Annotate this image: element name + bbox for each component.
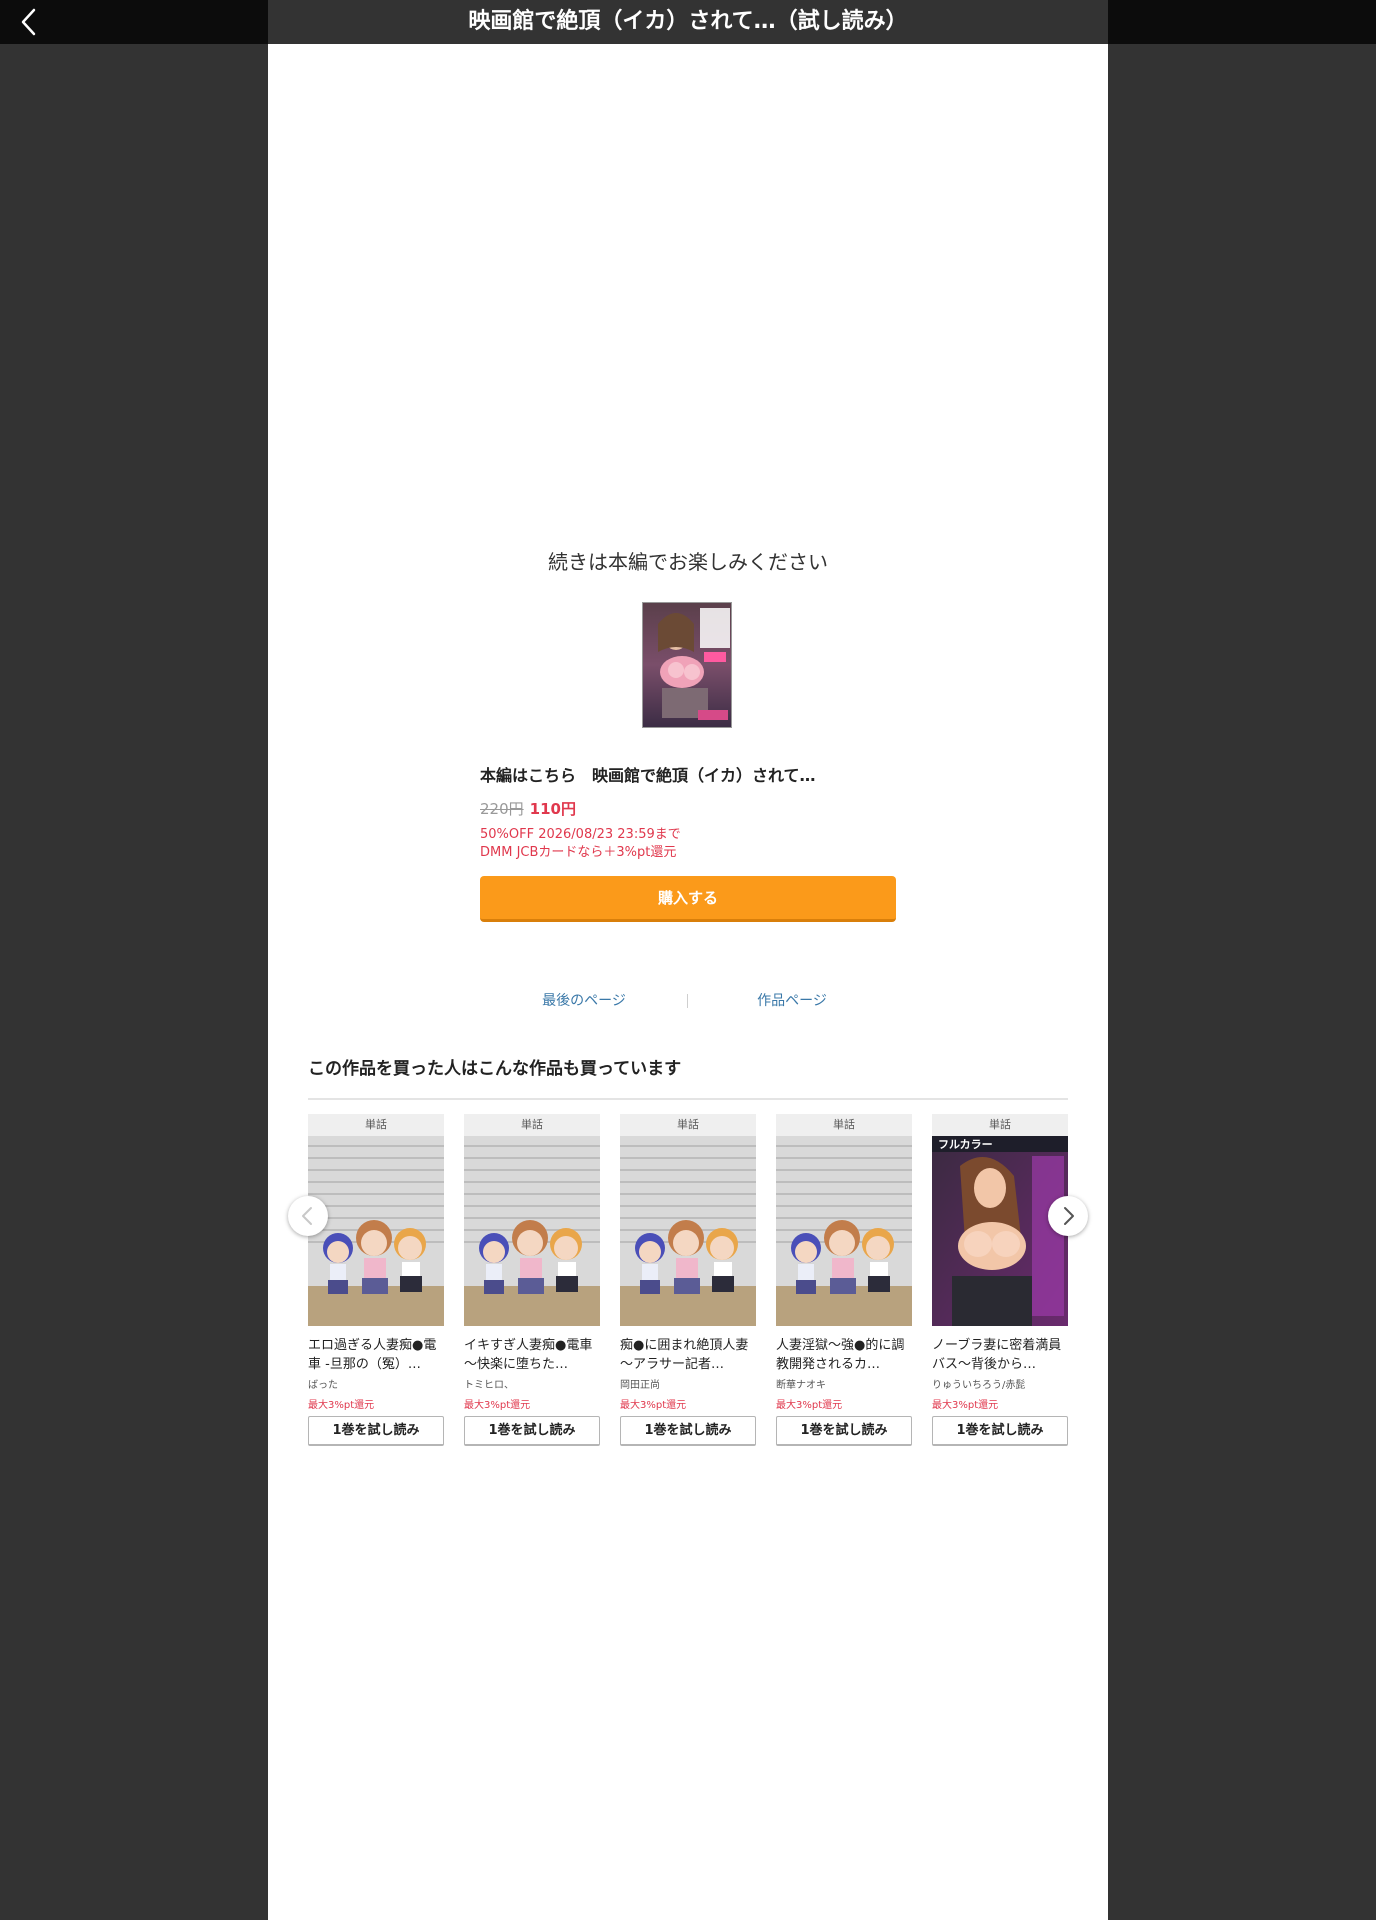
page-title: 映画館で絶頂（イカ）されて…（試し読み）: [468, 9, 908, 34]
recommend-carousel: 単話 エロ過ぎる人妻痴●電車 -旦那の（冤）… ばった 最大3%pt還元 1巻を…: [308, 1114, 1068, 1464]
recommend-card: 単話 痴●に囲まれ絶頂人妻～アラサー記者… 岡田正尚 最大3%pt還元 1巻を試…: [620, 1114, 756, 1446]
trial-read-button[interactable]: 1巻を試し読み: [620, 1416, 756, 1446]
work-title[interactable]: 痴●に囲まれ絶頂人妻～アラサー記者…: [620, 1336, 756, 1374]
point-return: 最大3%pt還元: [776, 1400, 843, 1411]
work-thumbnail[interactable]: [620, 1136, 756, 1326]
work-author[interactable]: りゅういちろう/赤髭: [932, 1376, 1068, 1390]
recommend-card: 単話 フルカラー ノーブラ妻に密着満員バス～背後から… りゅういちろう/赤髭 最…: [932, 1114, 1068, 1446]
point-return: 最大3%pt還元: [620, 1400, 687, 1411]
chevron-left-icon: [302, 1207, 312, 1225]
work-author[interactable]: 断華ナオキ: [776, 1376, 912, 1390]
cover-fullcolor-label: フルカラー: [938, 1138, 993, 1151]
work-title[interactable]: イキすぎ人妻痴●電車～快楽に堕ちた…: [464, 1336, 600, 1374]
chevron-left-icon: [21, 8, 36, 36]
episode-tag: 単話: [620, 1114, 756, 1136]
trial-read-button[interactable]: 1巻を試し読み: [932, 1416, 1068, 1446]
recommend-card: 単話 イキすぎ人妻痴●電車～快楽に堕ちた… トミヒロ、 最大3%pt還元 1巻を…: [464, 1114, 600, 1446]
trial-read-button[interactable]: 1巻を試し読み: [776, 1416, 912, 1446]
trial-read-button[interactable]: 1巻を試し読み: [308, 1416, 444, 1446]
work-thumbnail[interactable]: [776, 1136, 912, 1326]
work-page-link[interactable]: 作品ページ: [688, 990, 896, 1010]
continue-message: 続きは本編でお楽しみください: [548, 550, 828, 574]
viewer-panel: 続きは本編でお楽しみください 本編はこちら 映画館で絶頂（イカ）されて… 220…: [268, 44, 1108, 1920]
product-title[interactable]: 本編はこちら 映画館で絶頂（イカ）されて…: [480, 762, 910, 786]
recommend-card: 単話 エロ過ぎる人妻痴●電車 -旦那の（冤）… ばった 最大3%pt還元 1巻を…: [308, 1114, 444, 1446]
promo-text: 50%OFF 2026/08/23 23:59まで DMM JCBカードなら＋3…: [480, 826, 681, 862]
original-price: 220円: [480, 800, 524, 818]
section-divider: [308, 1098, 1068, 1100]
episode-tag: 単話: [308, 1114, 444, 1136]
episode-tag: 単話: [776, 1114, 912, 1136]
recommend-card: 単話 人妻淫獄～強●的に調教開発されるカ… 断華ナオキ 最大3%pt還元 1巻を…: [776, 1114, 912, 1446]
work-thumbnail[interactable]: [308, 1136, 444, 1326]
episode-tag: 単話: [464, 1114, 600, 1136]
point-return: 最大3%pt還元: [464, 1400, 531, 1411]
product-cover-image[interactable]: [642, 602, 732, 728]
sale-price: 110円: [529, 800, 576, 818]
work-title[interactable]: エロ過ぎる人妻痴●電車 -旦那の（冤）…: [308, 1336, 444, 1374]
discount-period: 50%OFF 2026/08/23 23:59まで: [480, 827, 681, 842]
work-author[interactable]: トミヒロ、: [464, 1376, 600, 1390]
work-author[interactable]: 岡田正尚: [620, 1376, 756, 1390]
chevron-right-icon: [1064, 1207, 1074, 1225]
buy-button[interactable]: 購入する: [480, 876, 896, 922]
work-title[interactable]: 人妻淫獄～強●的に調教開発されるカ…: [776, 1336, 912, 1374]
recommend-section-title: この作品を買った人はこんな作品も買っています: [308, 1059, 682, 1079]
last-page-link[interactable]: 最後のページ: [480, 990, 688, 1010]
work-thumbnail[interactable]: [464, 1136, 600, 1326]
price-row: 220円 110円: [480, 798, 576, 819]
trial-read-button[interactable]: 1巻を試し読み: [464, 1416, 600, 1446]
card-point-offer: DMM JCBカードなら＋3%pt還元: [480, 845, 677, 860]
carousel-next-button[interactable]: [1048, 1196, 1088, 1236]
point-return: 最大3%pt還元: [308, 1400, 375, 1411]
episode-tag: 単話: [932, 1114, 1068, 1136]
back-button[interactable]: [14, 6, 46, 38]
page-links: 最後のページ 作品ページ: [480, 990, 896, 1014]
point-return: 最大3%pt還元: [932, 1400, 999, 1411]
work-author[interactable]: ばった: [308, 1376, 444, 1390]
work-title[interactable]: ノーブラ妻に密着満員バス～背後から…: [932, 1336, 1068, 1374]
top-bar: 映画館で絶頂（イカ）されて…（試し読み）: [0, 0, 1376, 44]
carousel-prev-button[interactable]: [288, 1196, 328, 1236]
